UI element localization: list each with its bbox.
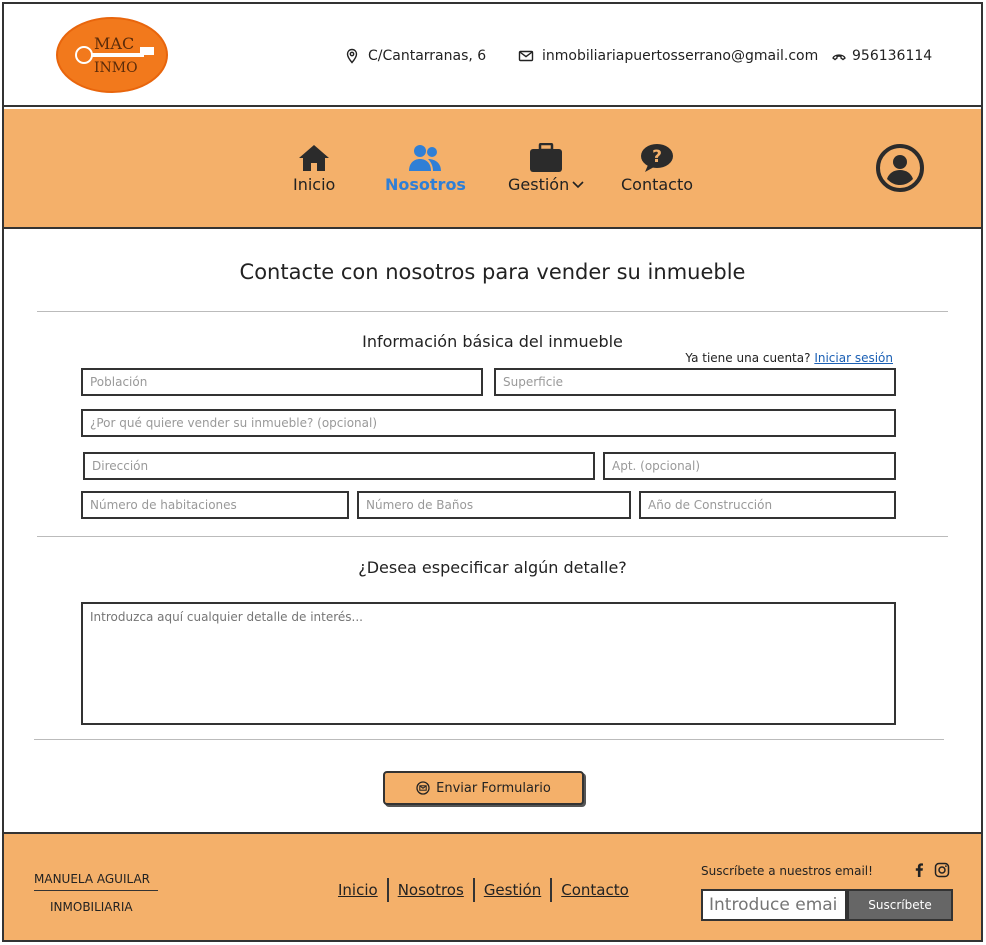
poblacion-input[interactable] [81,368,483,396]
subscribe-label: Suscríbete a nuestros email! [701,864,873,878]
nav-item-inicio[interactable]: Inicio [293,143,335,194]
submit-label: Enviar Formulario [436,780,551,796]
users-icon [409,145,442,171]
address-text: C/Cantarranas, 6 [368,48,487,64]
phone-text: 956136114 [852,48,933,64]
submit-form-button[interactable]: Enviar Formulario [383,771,584,805]
divider [37,536,948,537]
chevron-down-icon[interactable] [572,180,584,189]
address-info: C/Cantarranas, 6 [344,48,486,64]
footer-link-inicio[interactable]: Inicio [329,881,387,899]
home-icon [299,145,330,171]
nav-item-gestion[interactable]: Gestión [508,143,584,194]
subscribe-button[interactable]: Suscríbete [847,889,953,921]
divider [37,311,948,312]
svg-text:MAC: MAC [94,34,134,53]
apt-input[interactable] [603,452,896,480]
superficie-input[interactable] [494,368,896,396]
page-frame: MAC INMO C/Cantarranas, 6 inmobiliariapu… [2,2,983,942]
section-title-details: ¿Desea especificar algún detalle? [358,558,627,577]
phone-icon [832,54,846,61]
instagram-icon[interactable] [934,862,950,878]
login-hint-text: Ya tiene una cuenta? [685,351,811,365]
page-title: Contacte con nosotros para vender su inm… [239,260,746,284]
footer-links: Inicio Nosotros Gestión Contacto [329,878,638,902]
phone-info[interactable]: 956136114 [831,48,932,64]
login-link[interactable]: Iniciar sesión [814,351,893,365]
divider [34,739,944,740]
banos-input[interactable] [357,491,631,519]
footer-brand-divider [34,890,158,891]
nav-label-gestion: Gestión [508,175,570,194]
top-bar: MAC INMO C/Cantarranas, 6 inmobiliariapu… [4,4,981,107]
footer-brand-subtitle: INMOBILIARIA [50,900,133,914]
footer-brand-name: MANUELA AGUILAR [34,872,151,886]
nav-label-contacto: Contacto [621,175,694,194]
footer-link-gestion[interactable]: Gestión [475,881,550,899]
mail-icon [518,50,534,62]
nav-item-nosotros[interactable]: Nosotros [385,143,466,194]
svg-text:?: ? [652,147,662,167]
motivo-input[interactable] [81,409,896,437]
nav-label-inicio: Inicio [293,175,336,194]
email-text: inmobiliariapuertosserrano@gmail.com [542,48,819,64]
main-nav: Inicio Nosotros Gestión ? Contacto [4,109,981,229]
habitaciones-input[interactable] [81,491,349,519]
direccion-input[interactable] [83,452,595,480]
email-info[interactable]: inmobiliariapuertosserrano@gmail.com [518,48,818,64]
question-bubble-icon: ? [641,144,674,172]
location-pin-icon [346,48,358,64]
svg-text:INMO: INMO [94,60,138,76]
company-logo[interactable]: MAC INMO [56,16,169,94]
user-account-icon[interactable] [875,143,925,193]
subscribe-email-input[interactable] [701,889,847,921]
section-title-basic-info: Información básica del inmueble [362,332,623,351]
nav-item-contacto[interactable]: ? Contacto [621,143,693,194]
login-hint: Ya tiene una cuenta? Iniciar sesión [685,351,893,365]
mail-circle-icon [416,781,430,795]
construccion-input[interactable] [639,491,896,519]
briefcase-icon [530,143,563,172]
footer-link-nosotros[interactable]: Nosotros [389,881,473,899]
footer: MANUELA AGUILAR INMOBILIARIA Inicio Noso… [4,832,981,940]
nav-label-nosotros: Nosotros [385,175,466,194]
details-textarea[interactable] [81,602,896,725]
facebook-icon[interactable] [911,862,927,878]
footer-link-contacto[interactable]: Contacto [552,881,638,899]
